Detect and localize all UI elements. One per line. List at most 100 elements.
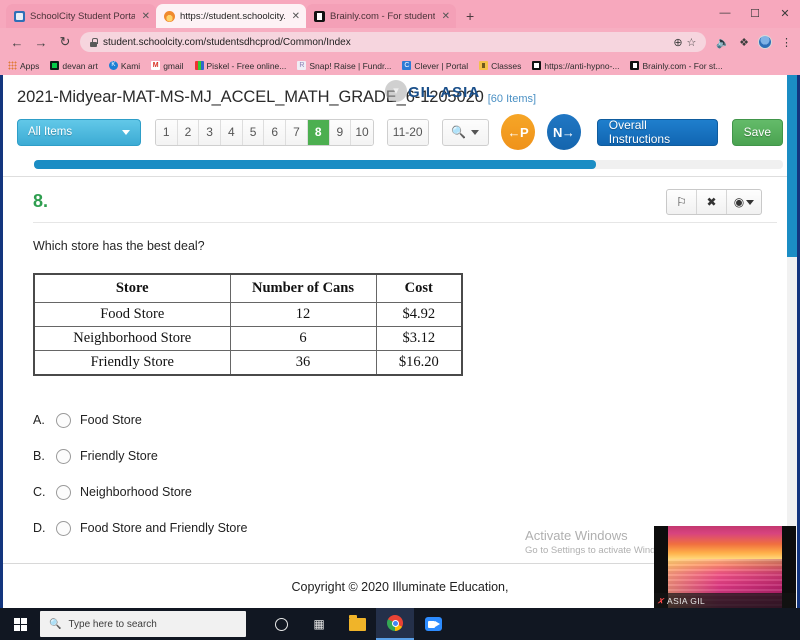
answer-choice-b[interactable]: B. Friendly Store bbox=[33, 438, 777, 474]
reload-icon[interactable]: ↻ bbox=[56, 34, 74, 50]
bookmark-snapraise[interactable]: Snap! Raise | Fundr... bbox=[297, 61, 391, 71]
pager-page-4[interactable]: 4 bbox=[221, 119, 243, 145]
cell-cans: 6 bbox=[229, 326, 377, 351]
watermark-subtitle: Go to Settings to activate Windows. bbox=[525, 545, 675, 556]
pager-page-9[interactable]: 9 bbox=[329, 119, 352, 145]
pager-page-6[interactable]: 6 bbox=[264, 119, 287, 145]
next-item-button[interactable]: N→ bbox=[546, 114, 581, 150]
table-header-row: Store Number of Cans Cost bbox=[33, 273, 463, 303]
cell-cost: $3.12 bbox=[375, 326, 463, 351]
new-tab-button[interactable]: + bbox=[456, 8, 482, 28]
choice-letter: C. bbox=[33, 485, 46, 499]
page-scrollbar-thumb[interactable] bbox=[787, 75, 797, 257]
tab-close-icon[interactable]: ✕ bbox=[290, 11, 300, 22]
search-icon: 🔍 bbox=[49, 618, 62, 630]
bookmark-antihypno[interactable]: https://anti-hypno-... bbox=[532, 61, 619, 71]
bookmark-kami[interactable]: Kami bbox=[108, 61, 140, 71]
chrome-icon[interactable] bbox=[376, 608, 414, 640]
pager-page-8[interactable]: 8 bbox=[307, 119, 330, 145]
language-globe-icon[interactable]: ◉ bbox=[727, 190, 761, 214]
radio-button[interactable] bbox=[56, 448, 71, 464]
brainly-icon bbox=[630, 61, 640, 70]
zoom-video-thumbnail[interactable]: 𝑥 ASIA GIL bbox=[654, 526, 796, 608]
radio-button[interactable] bbox=[56, 520, 71, 536]
all-items-dropdown[interactable]: All Items bbox=[17, 118, 141, 146]
item-pager: 1 2 3 4 5 6 7 8 9 10 bbox=[154, 118, 374, 146]
save-button[interactable]: Save bbox=[731, 118, 783, 146]
cell-cost: $4.92 bbox=[375, 302, 463, 327]
clear-answer-icon[interactable]: ✖ bbox=[697, 190, 727, 214]
table-row: Friendly Store 36 $16.20 bbox=[33, 350, 463, 376]
radio-button[interactable] bbox=[56, 412, 71, 428]
choice-label: Neighborhood Store bbox=[80, 485, 192, 499]
windows-start-icon[interactable] bbox=[0, 608, 40, 640]
pager-page-5[interactable]: 5 bbox=[242, 119, 265, 145]
item-search-button[interactable]: 🔍 bbox=[443, 120, 488, 145]
choice-label: Food Store bbox=[80, 413, 142, 427]
radio-button[interactable] bbox=[56, 484, 71, 500]
overlay-collapse-icon[interactable]: ▾ bbox=[385, 80, 407, 102]
zoom-icon: 𝑥 bbox=[658, 595, 664, 605]
chevron-down-icon bbox=[746, 199, 755, 205]
bookmarks-bar: Apps devan art Kami gmail Piskel - Free … bbox=[0, 56, 800, 75]
tab-title: SchoolCity Student Portal bbox=[30, 10, 135, 22]
zoom-indicator-icon[interactable]: ⊕ bbox=[673, 36, 682, 49]
bookmark-label: https://anti-hypno-... bbox=[544, 60, 620, 71]
screen-root: SchoolCity Student Portal ✕ https://stud… bbox=[0, 0, 800, 640]
pager-page-1[interactable]: 1 bbox=[155, 119, 178, 145]
tab-close-icon[interactable]: ✕ bbox=[440, 11, 450, 22]
cell-cans: 12 bbox=[229, 302, 377, 327]
zoom-app-icon[interactable] bbox=[414, 608, 452, 640]
bookmark-clever[interactable]: Clever | Portal bbox=[402, 61, 468, 71]
pager-range-button[interactable]: 11-20 bbox=[387, 119, 428, 145]
flame-icon bbox=[164, 10, 175, 22]
bookmark-apps[interactable]: Apps bbox=[8, 61, 39, 71]
previous-item-button[interactable]: ←P bbox=[500, 114, 535, 150]
bookmark-classes[interactable]: Classes bbox=[479, 61, 521, 71]
pager-page-3[interactable]: 3 bbox=[199, 119, 221, 145]
table-row: Neighborhood Store 6 $3.12 bbox=[33, 326, 463, 351]
cortana-icon[interactable] bbox=[262, 608, 300, 640]
pager-search-group: 🔍 bbox=[441, 118, 489, 146]
browser-tab-3[interactable]: Brainly.com - For students. By st. ✕ bbox=[306, 4, 456, 28]
flag-icon[interactable]: ⚐ bbox=[667, 190, 697, 214]
tab-close-icon[interactable]: ✕ bbox=[140, 11, 150, 22]
chrome-profile-avatar[interactable] bbox=[758, 35, 772, 49]
generic-page-icon bbox=[532, 61, 542, 70]
question-prompt: Which store has the best deal? bbox=[33, 239, 205, 253]
tab-title: https://student.schoolcity.com/st bbox=[180, 10, 285, 22]
assessment-item-count: [60 Items] bbox=[487, 93, 537, 105]
all-items-label: All Items bbox=[28, 126, 73, 138]
video-name-bar: 𝑥 ASIA GIL bbox=[654, 593, 796, 608]
answer-choice-c[interactable]: C. Neighborhood Store bbox=[33, 474, 777, 510]
back-icon[interactable]: ← bbox=[8, 35, 26, 50]
maximize-button[interactable]: ☐ bbox=[740, 0, 770, 26]
minimize-button[interactable]: — bbox=[710, 0, 740, 26]
bookmark-brainly[interactable]: Brainly.com - For st... bbox=[630, 61, 723, 71]
lock-icon bbox=[90, 37, 98, 47]
task-view-icon[interactable]: ▦ bbox=[300, 608, 338, 640]
cell-store: Neighborhood Store bbox=[33, 326, 231, 351]
bookmark-star-icon[interactable]: ☆ bbox=[687, 36, 697, 49]
pager-page-2[interactable]: 2 bbox=[177, 119, 200, 145]
cell-cost: $16.20 bbox=[375, 350, 463, 376]
pager-page-10[interactable]: 10 bbox=[351, 119, 373, 145]
pager-page-7[interactable]: 7 bbox=[286, 119, 308, 145]
bookmark-devanart[interactable]: devan art bbox=[50, 61, 98, 71]
chrome-menu-icon[interactable]: ⋮ bbox=[781, 36, 792, 49]
extensions-puzzle-icon[interactable]: ❖ bbox=[739, 36, 749, 49]
taskbar-search-input[interactable]: 🔍 Type here to search bbox=[40, 611, 246, 637]
bookmark-piskel[interactable]: Piskel - Free online... bbox=[194, 61, 286, 71]
forward-icon[interactable]: → bbox=[32, 35, 50, 50]
browser-tab-1[interactable]: SchoolCity Student Portal ✕ bbox=[6, 4, 156, 28]
browser-tab-2[interactable]: https://student.schoolcity.com/st ✕ bbox=[156, 4, 306, 28]
deviantart-icon bbox=[50, 61, 60, 70]
answer-choice-a[interactable]: A. Food Store bbox=[33, 402, 777, 438]
address-bar[interactable]: student.schoolcity.com/studentsdhcprod/C… bbox=[80, 32, 707, 52]
overall-instructions-button[interactable]: Overall Instructions bbox=[596, 118, 718, 146]
media-speaker-icon[interactable]: 🔈 bbox=[716, 36, 730, 49]
file-explorer-icon[interactable] bbox=[338, 608, 376, 640]
choice-letter: D. bbox=[33, 521, 46, 535]
close-window-button[interactable]: ✕ bbox=[770, 0, 800, 26]
bookmark-gmail[interactable]: gmail bbox=[151, 61, 184, 71]
